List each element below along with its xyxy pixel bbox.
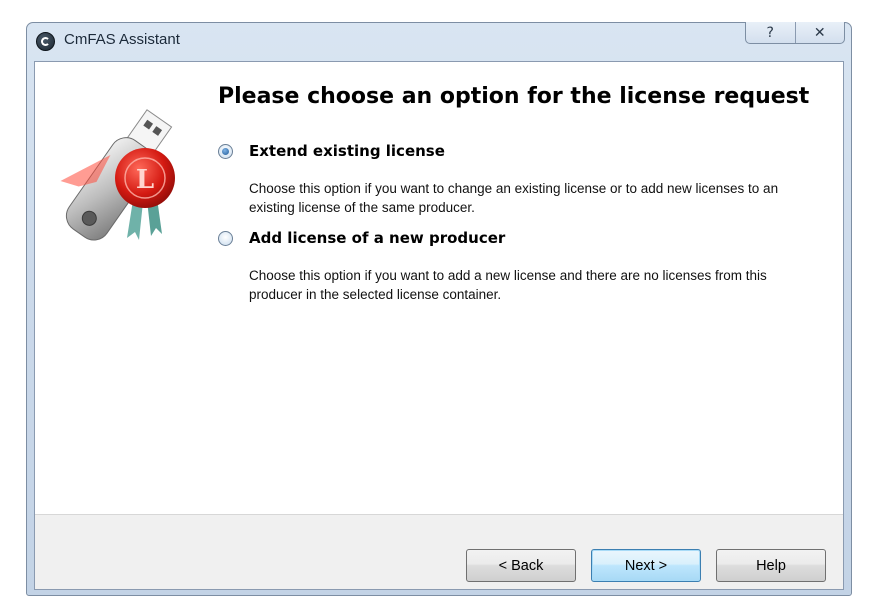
button-bar: < Back Next > Help	[35, 514, 843, 589]
svg-text:L: L	[136, 165, 154, 195]
wizard-page: L Please choose an option for the licens…	[35, 62, 843, 514]
app-icon	[36, 32, 55, 51]
option-description: Choose this option if you want to change…	[249, 181, 779, 215]
close-button[interactable]: ✕	[794, 22, 845, 43]
option-label[interactable]: Add license of a new producer	[249, 229, 505, 247]
wizard-window: CmFAS Assistant ? ✕ L Please choose an o…	[26, 22, 852, 596]
option-description: Choose this option if you want to add a …	[249, 268, 767, 302]
radio-extend-existing[interactable]	[218, 144, 233, 159]
radio-add-new-producer[interactable]	[218, 231, 233, 246]
client-area: L Please choose an option for the licens…	[34, 61, 844, 590]
help-button[interactable]: Help	[716, 549, 826, 582]
window-title: CmFAS Assistant	[64, 31, 180, 48]
back-button[interactable]: < Back	[466, 549, 576, 582]
next-button[interactable]: Next >	[591, 549, 701, 582]
option-label[interactable]: Extend existing license	[249, 142, 445, 160]
caption-buttons: ? ✕	[745, 22, 845, 44]
usb-license-key-icon: L	[60, 109, 175, 241]
help-caption-button[interactable]: ?	[746, 22, 795, 43]
title-bar[interactable]: CmFAS Assistant ? ✕	[27, 22, 851, 61]
page-heading: Please choose an option for the license …	[218, 84, 810, 109]
